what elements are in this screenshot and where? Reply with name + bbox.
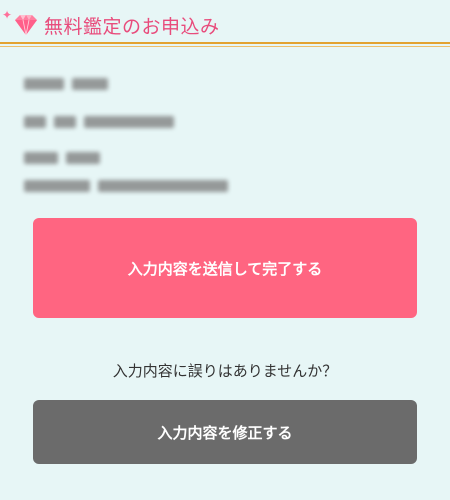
header-divider [0,42,450,44]
summary-row-3-redacted [24,150,100,166]
page-title: 無料鑑定のお申込み [44,15,220,38]
page-header: ✦ 無料鑑定のお申込み [0,0,450,48]
edit-button[interactable]: 入力内容を修正する [33,400,417,464]
submit-button[interactable]: 入力内容を送信して完了する [33,218,417,318]
edit-button-label: 入力内容を修正する [157,423,293,442]
summary-row-1-redacted [24,76,108,92]
header-title-group: 無料鑑定のお申込み [6,10,220,40]
summary-row-2-redacted [24,114,174,130]
header-divider-thin [0,46,450,47]
confirm-question: 入力内容に誤りはありませんか？ [112,362,338,380]
summary-row-4-redacted [24,178,228,194]
submit-button-label: 入力内容を送信して完了する [127,259,323,278]
diamond-icon [15,15,37,36]
